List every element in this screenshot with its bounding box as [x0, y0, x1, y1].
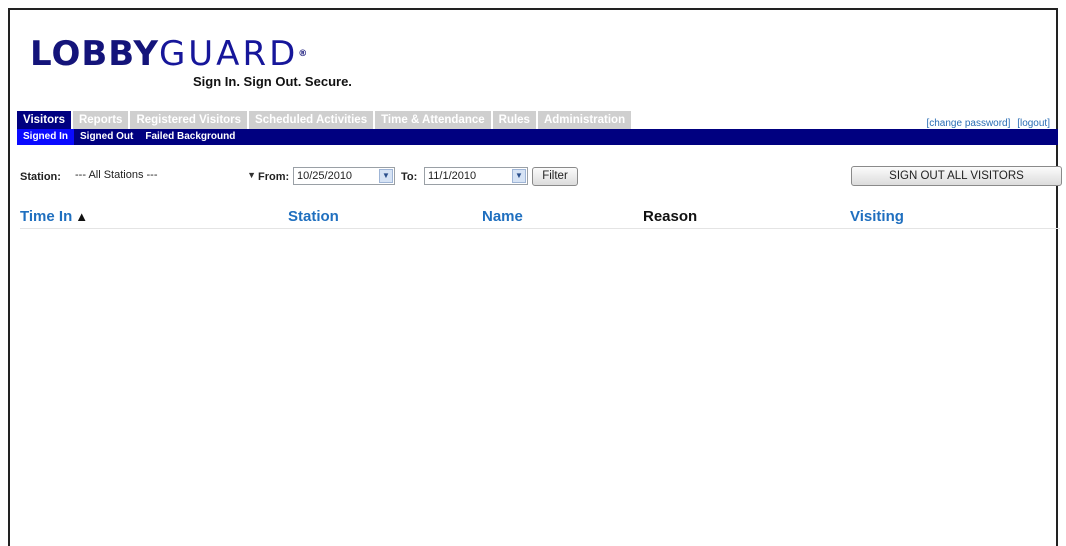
subtab-signed-out[interactable]: Signed Out: [74, 129, 139, 145]
tab-time-attendance[interactable]: Time & Attendance: [375, 111, 491, 129]
column-visiting[interactable]: Visiting: [850, 208, 904, 225]
from-date-value: 10/25/2010: [297, 170, 353, 182]
sign-out-all-visitors-button[interactable]: SIGN OUT ALL VISITORS: [851, 166, 1062, 186]
to-date-value: 11/1/2010: [428, 170, 477, 182]
tagline: Sign In. Sign Out. Secure.: [193, 74, 352, 89]
tab-rules[interactable]: Rules: [492, 111, 536, 129]
lobbyguard-logo: LOBBYGUARD® Sign In. Sign Out. Secure.: [30, 36, 352, 89]
logo-wordmark: LOBBYGUARD®: [30, 36, 308, 72]
from-date-select[interactable]: 10/25/2010 ▼: [293, 167, 395, 185]
to-label: To:: [401, 171, 418, 183]
dropdown-arrow-icon: ▼: [247, 170, 256, 180]
from-label: From:: [258, 171, 290, 183]
chevron-down-icon: ▼: [512, 169, 526, 183]
tab-visitors[interactable]: Visitors: [17, 111, 71, 129]
filter-button[interactable]: Filter: [532, 167, 578, 186]
chevron-down-icon: ▼: [379, 169, 393, 183]
registered-mark: ®: [298, 49, 309, 59]
triangle-up-icon: ▲: [75, 209, 89, 224]
column-name[interactable]: Name: [482, 208, 523, 225]
logout-link[interactable]: [logout]: [1017, 118, 1050, 129]
station-select[interactable]: --- All Stations --- ▼: [72, 167, 258, 185]
sub-navigation: Signed In Signed Out Failed Background: [17, 129, 1058, 145]
to-date-select[interactable]: 11/1/2010 ▼: [424, 167, 528, 185]
account-links: [change password] [logout]: [922, 118, 1050, 129]
subtab-failed-background[interactable]: Failed Background: [139, 129, 241, 145]
station-select-value: --- All Stations ---: [75, 169, 158, 181]
tab-scheduled-activities[interactable]: Scheduled Activities: [249, 111, 374, 129]
column-time-in-label: Time In: [20, 208, 73, 225]
column-reason: Reason: [643, 208, 698, 225]
tab-administration[interactable]: Administration: [537, 111, 632, 129]
tab-registered-visitors[interactable]: Registered Visitors: [130, 111, 248, 129]
visitors-table-header: Time In ▲ Station Name Reason Visiting: [20, 202, 1060, 229]
main-tabs: Visitors Reports Registered Visitors Sch…: [17, 111, 633, 129]
subtab-signed-in[interactable]: Signed In: [17, 129, 74, 145]
app-window: LOBBYGUARD® Sign In. Sign Out. Secure. V…: [8, 8, 1062, 546]
logo-part-2: GUARD: [158, 34, 299, 74]
column-time-in[interactable]: Time In ▲: [20, 208, 88, 225]
filter-bar: Station: --- All Stations --- ▼ From: 10…: [20, 166, 1062, 188]
logo-part-1: LOBBY: [30, 34, 159, 74]
tab-reports[interactable]: Reports: [72, 111, 129, 129]
column-station[interactable]: Station: [288, 208, 339, 225]
station-label: Station:: [20, 171, 61, 183]
change-password-link[interactable]: [change password]: [926, 118, 1010, 129]
